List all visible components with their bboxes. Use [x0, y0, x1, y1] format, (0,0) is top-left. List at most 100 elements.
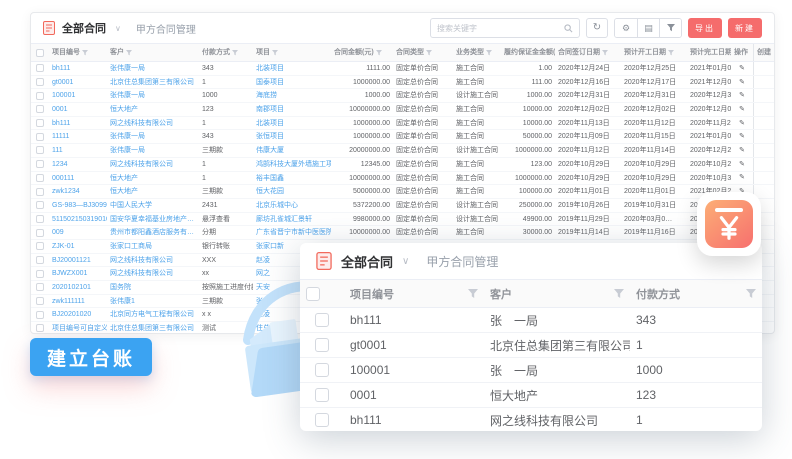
cell-col-0[interactable]: BJWZX001	[49, 267, 107, 280]
cell-col-1[interactable]: 国务院	[107, 281, 199, 294]
row-checkbox[interactable]	[300, 333, 344, 357]
edit-icon[interactable]: ✎	[731, 158, 753, 171]
cell-col-0[interactable]: 009	[49, 226, 107, 239]
cell-col-3[interactable]: 恒大花园	[253, 185, 331, 198]
cell-col-3[interactable]: 南郡项目	[253, 103, 331, 116]
cell-col-0[interactable]: BJ20201020	[49, 308, 107, 321]
row-checkbox[interactable]	[31, 172, 49, 185]
cell-col-3[interactable]: 北装项目	[253, 62, 331, 75]
cell-col-1[interactable]: 中国人民大学	[107, 199, 199, 212]
row-checkbox[interactable]	[31, 144, 49, 157]
edit-icon[interactable]: ✎	[731, 76, 753, 89]
cell-col-1[interactable]: 恒大地产	[107, 172, 199, 185]
overlay-cell-col-0[interactable]: bh111	[344, 308, 484, 332]
cell-col-1[interactable]: 张家口工商局	[107, 240, 199, 253]
filter-icon[interactable]	[746, 289, 756, 299]
overlay-cell-col-1[interactable]: 网之线科技有限公司	[484, 408, 630, 431]
cell-col-1[interactable]: 张伟康一局	[107, 144, 199, 157]
filter-icon[interactable]	[232, 50, 238, 56]
settings-button[interactable]: ⚙	[615, 19, 637, 37]
cell-col-0[interactable]: zwk111111	[49, 295, 107, 308]
filter-button[interactable]	[659, 19, 681, 37]
cell-col-1[interactable]: 北京住总集团第三有限公司	[107, 76, 199, 89]
cell-col-0[interactable]: bh111	[49, 117, 107, 130]
cell-col-3[interactable]: 广东省晋宁市新中医医院…	[253, 226, 331, 239]
select-all-checkbox[interactable]	[300, 280, 344, 307]
cell-col-1[interactable]: 张伟康一局	[107, 62, 199, 75]
row-checkbox[interactable]	[31, 322, 49, 334]
cell-col-0[interactable]: 100001	[49, 89, 107, 102]
filter-icon[interactable]	[272, 50, 278, 56]
cell-col-0[interactable]: 2020102101	[49, 281, 107, 294]
row-checkbox[interactable]	[300, 308, 344, 332]
search-icon[interactable]	[564, 24, 573, 33]
row-checkbox[interactable]	[31, 117, 49, 130]
filter-icon[interactable]	[614, 289, 624, 299]
cell-col-3[interactable]: 裕丰国鑫	[253, 172, 331, 185]
row-checkbox[interactable]	[31, 213, 49, 226]
row-checkbox[interactable]	[300, 383, 344, 407]
row-checkbox[interactable]	[31, 103, 49, 116]
overlay-cell-col-1[interactable]: 张 一局	[484, 308, 630, 332]
filter-icon[interactable]	[426, 50, 432, 56]
select-all-checkbox[interactable]	[31, 44, 49, 61]
filter-icon[interactable]	[468, 289, 478, 299]
overlay-cell-col-0[interactable]: bh111	[344, 408, 484, 431]
row-checkbox[interactable]	[31, 130, 49, 143]
cell-col-0[interactable]: 1234	[49, 158, 107, 171]
filter-icon[interactable]	[668, 50, 674, 56]
edit-icon[interactable]: ✎	[731, 144, 753, 157]
columns-button[interactable]: ▤	[637, 19, 659, 37]
cell-col-0[interactable]: bh111	[49, 62, 107, 75]
edit-icon[interactable]: ✎	[731, 130, 753, 143]
cell-col-3[interactable]: 海底捞	[253, 89, 331, 102]
cell-col-1[interactable]: 国安华夏幸福基业房地产…	[107, 213, 199, 226]
row-checkbox[interactable]	[31, 226, 49, 239]
cell-col-1[interactable]: 张伟康1	[107, 295, 199, 308]
row-checkbox[interactable]	[31, 62, 49, 75]
cell-col-0[interactable]: 11111	[49, 130, 107, 143]
cell-col-3[interactable]: 廊坊孔雀城汇景轩	[253, 213, 331, 226]
search-input[interactable]	[437, 24, 564, 33]
row-checkbox[interactable]	[31, 76, 49, 89]
cell-col-0[interactable]: 111	[49, 144, 107, 157]
edit-icon[interactable]: ✎	[731, 103, 753, 116]
edit-icon[interactable]: ✎	[731, 172, 753, 185]
cell-col-0[interactable]: BJ20001121	[49, 254, 107, 267]
cell-col-3[interactable]: 国泰项目	[253, 76, 331, 89]
cell-col-1[interactable]: 网之线科技有限公司	[107, 267, 199, 280]
refresh-button[interactable]: ↻	[586, 18, 608, 38]
filter-icon[interactable]	[376, 50, 382, 56]
cell-col-1[interactable]: 张伟康一局	[107, 130, 199, 143]
overlay-cell-col-0[interactable]: gt0001	[344, 333, 484, 357]
row-checkbox[interactable]	[31, 199, 49, 212]
overlay-cell-col-1[interactable]: 北京住总集团第三有限公司	[484, 333, 630, 357]
filter-icon[interactable]	[602, 50, 608, 56]
overlay-cell-col-0[interactable]: 100001	[344, 358, 484, 382]
cell-col-0[interactable]: 项目编号可自定义	[49, 322, 107, 334]
cell-col-1[interactable]: 北京同方电气工程有限公司	[107, 308, 199, 321]
cell-col-0[interactable]: GS-983—BJ30998	[49, 199, 107, 212]
cell-col-1[interactable]: 恒大地产	[107, 185, 199, 198]
export-button[interactable]: 导出	[688, 18, 722, 38]
cell-col-3[interactable]: 伟康大厦	[253, 144, 331, 157]
row-checkbox[interactable]	[31, 158, 49, 171]
row-checkbox[interactable]	[31, 185, 49, 198]
cell-col-0[interactable]: 0001	[49, 103, 107, 116]
cell-col-1[interactable]: 网之线科技有限公司	[107, 117, 199, 130]
chevron-down-icon[interactable]: ∨	[402, 256, 409, 267]
row-checkbox[interactable]	[300, 358, 344, 382]
filter-icon[interactable]	[486, 50, 492, 56]
cell-col-1[interactable]: 北京住总集团第三有限公司	[107, 322, 199, 334]
cell-col-0[interactable]: gt0001	[49, 76, 107, 89]
filter-icon[interactable]	[126, 50, 132, 56]
create-ledger-button[interactable]: 建立台账	[30, 338, 152, 376]
cell-col-0[interactable]: 000111	[49, 172, 107, 185]
overlay-cell-col-1[interactable]: 张 一局	[484, 358, 630, 382]
row-checkbox[interactable]	[31, 295, 49, 308]
cell-col-1[interactable]: 网之线科技有限公司	[107, 158, 199, 171]
cell-col-1[interactable]: 张伟康一局	[107, 89, 199, 102]
overlay-cell-col-1[interactable]: 恒大地产	[484, 383, 630, 407]
cell-col-3[interactable]: 鸿鹄科技大厦外墙施工项目	[253, 158, 331, 171]
row-checkbox[interactable]	[300, 408, 344, 431]
